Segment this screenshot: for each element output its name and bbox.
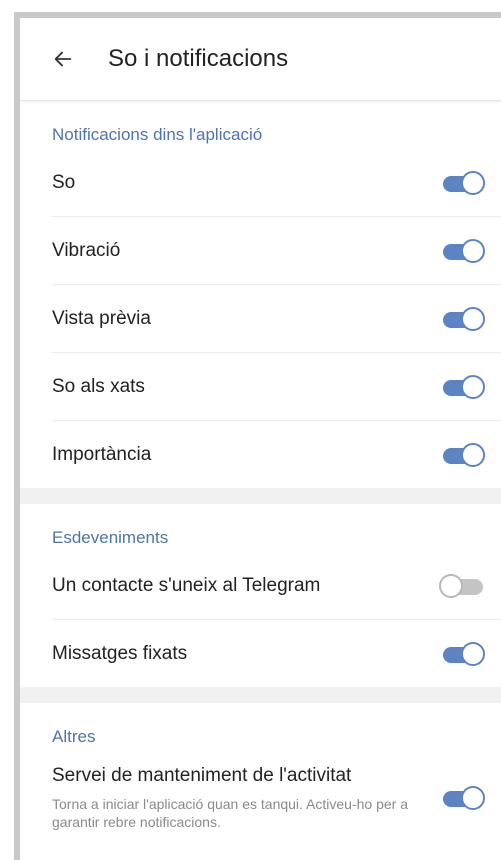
section-events: Esdeveniments Un contacte s'uneix al Tel… [20, 504, 501, 687]
settings-screen: So i notificacions Notificacions dins l'… [14, 12, 501, 860]
setting-row-sound[interactable]: So [52, 149, 501, 217]
app-bar: So i notificacions [20, 18, 501, 101]
setting-row-importance[interactable]: Importància [52, 421, 501, 488]
setting-label: Vista prèvia [52, 307, 151, 329]
setting-label: Servei de manteniment de l'activitat [52, 765, 352, 786]
preview-toggle[interactable] [439, 306, 485, 331]
setting-row-preview[interactable]: Vista prèvia [52, 285, 501, 353]
section-title: Altres [52, 727, 96, 746]
section-title: Notificacions dins l'aplicació [52, 125, 263, 144]
setting-text: Servei de manteniment de l'activitat Tor… [52, 765, 422, 831]
page-title: So i notificacions [108, 45, 289, 72]
contact-joined-toggle[interactable] [439, 573, 483, 598]
setting-description: Torna a iniciar l'aplicació quan es tanq… [52, 796, 408, 830]
section-divider [20, 687, 501, 703]
keep-alive-toggle[interactable] [439, 786, 485, 810]
setting-row-vibration[interactable]: Vibració [52, 217, 501, 285]
sound-toggle[interactable] [439, 170, 485, 195]
arrow-left-icon [54, 51, 72, 67]
setting-label: Missatges fixats [52, 642, 188, 664]
section-in-app-notifications: Notificacions dins l'aplicació So Vibrac… [20, 101, 501, 488]
chat-sound-toggle[interactable] [439, 374, 485, 399]
setting-row-chat-sound[interactable]: So als xats [52, 353, 501, 421]
section-divider [20, 488, 501, 504]
section-other: Altres Servei de manteniment de l'activi… [20, 703, 501, 831]
back-button[interactable] [48, 44, 78, 74]
setting-label: Importància [52, 443, 152, 465]
setting-row-pinned-messages[interactable]: Missatges fixats [52, 620, 501, 687]
setting-row-keep-alive-service[interactable]: Servei de manteniment de l'activitat Tor… [52, 751, 501, 831]
setting-row-contact-joined[interactable]: Un contacte s'uneix al Telegram [52, 552, 501, 620]
setting-label: Un contacte s'uneix al Telegram [52, 574, 321, 596]
vibration-toggle[interactable] [439, 238, 485, 263]
importance-toggle[interactable] [439, 442, 485, 467]
setting-label: Vibració [52, 239, 121, 261]
setting-label: So [52, 171, 76, 193]
section-title: Esdeveniments [52, 528, 169, 547]
setting-label: So als xats [52, 375, 145, 397]
pinned-messages-toggle[interactable] [439, 641, 485, 666]
